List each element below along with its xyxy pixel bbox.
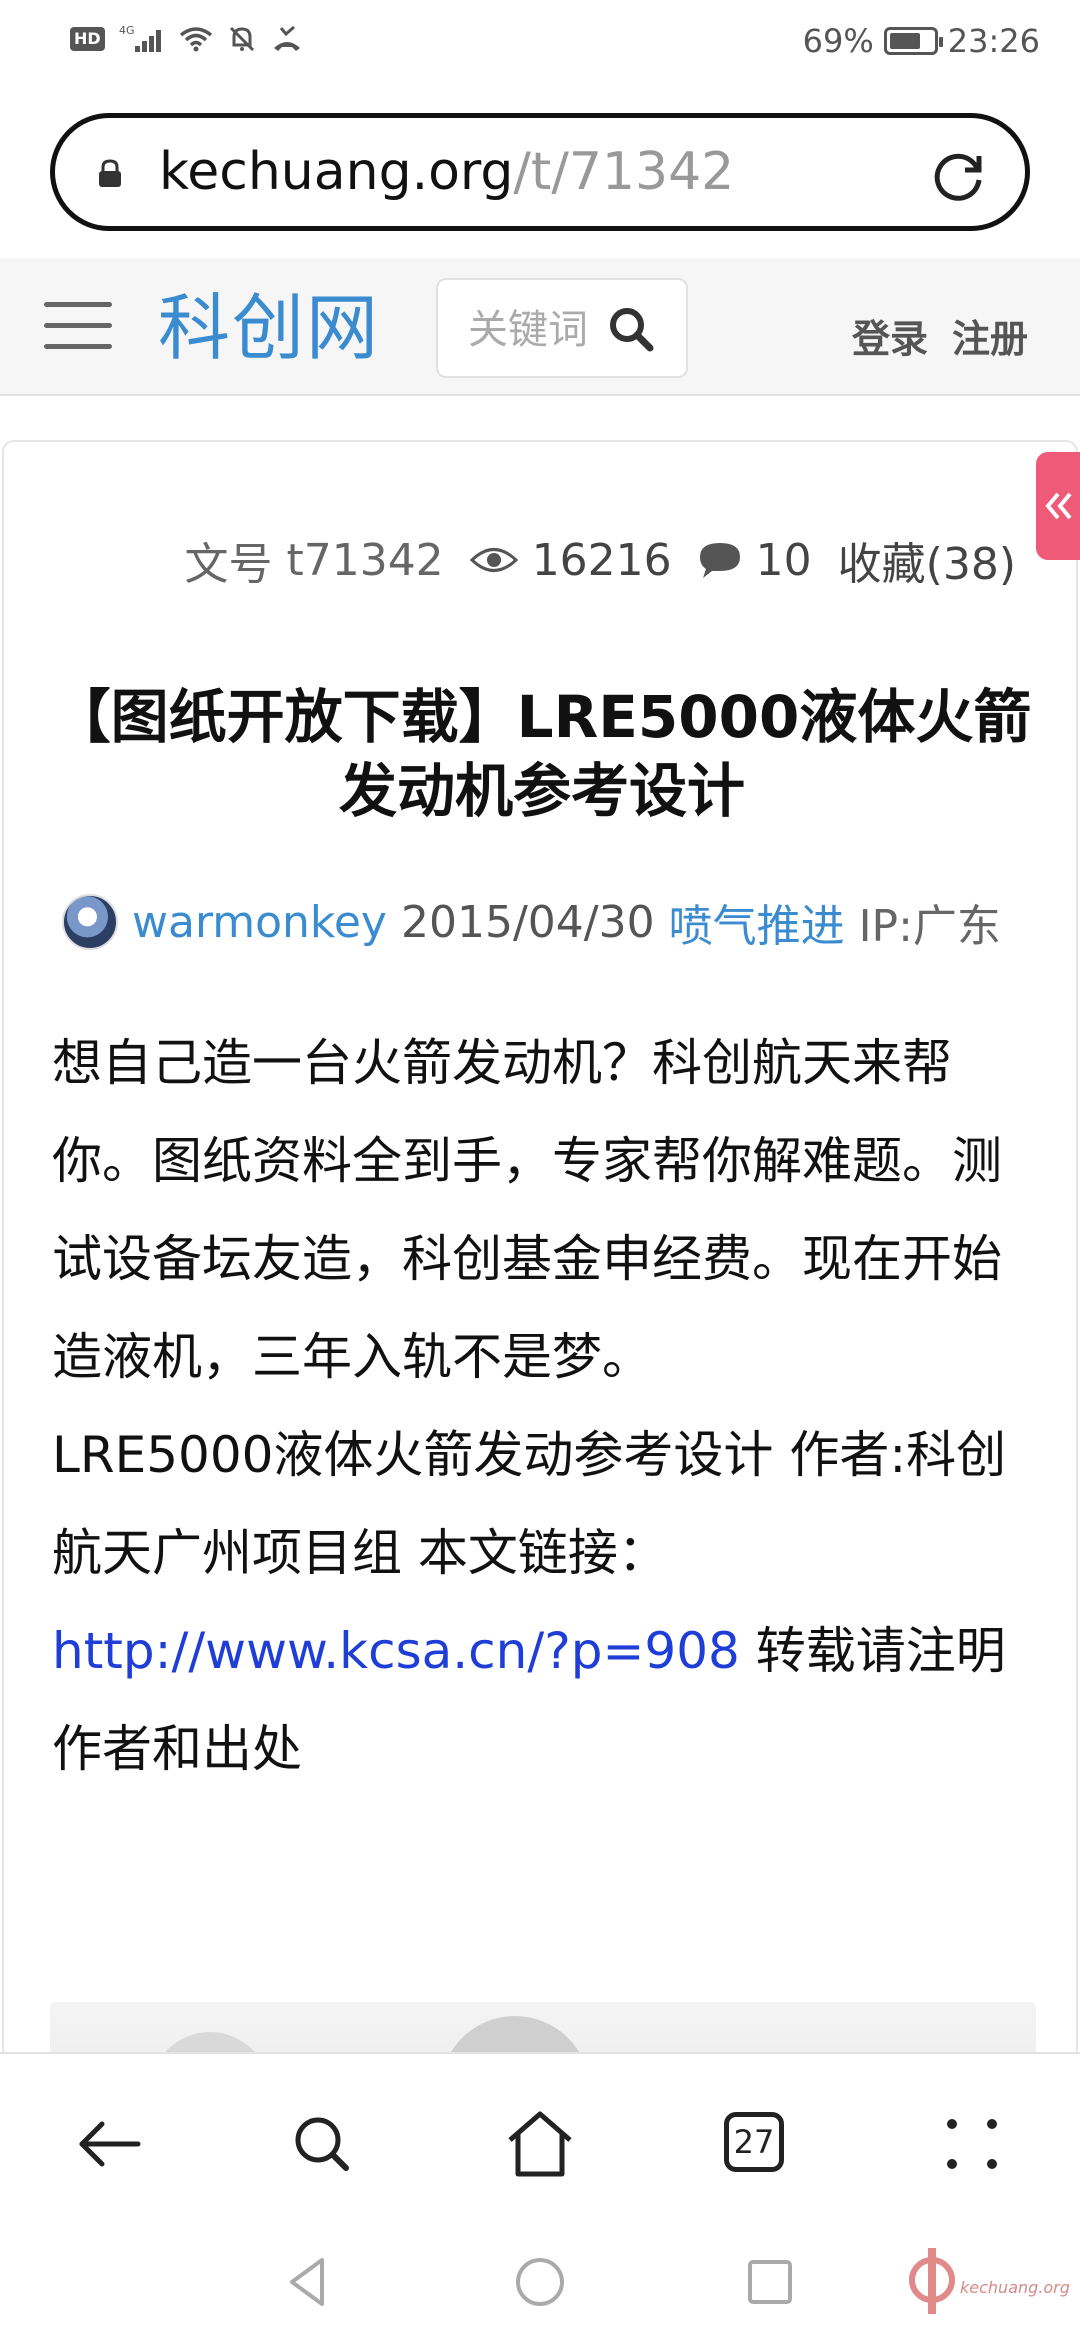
system-recents-icon[interactable] [742, 2254, 798, 2310]
system-back-icon[interactable] [282, 2254, 338, 2310]
author-link[interactable]: warmonkey [132, 897, 387, 948]
status-right: 69% 23:26 [803, 22, 1040, 60]
system-home-icon[interactable] [512, 2254, 568, 2310]
url-host: kechuang.org [159, 142, 514, 202]
url-text[interactable]: kechuang.org/t/71342 [159, 140, 734, 204]
double-chevron-left-icon [1045, 492, 1072, 520]
watermark: kechuang.org [908, 2242, 1078, 2332]
lock-icon [99, 159, 121, 187]
search-box[interactable]: 关键词 [436, 278, 688, 378]
post-date: 2015/04/30 [400, 896, 655, 948]
address-bar[interactable]: kechuang.org/t/71342 [50, 113, 1030, 231]
reload-icon[interactable] [929, 146, 987, 204]
search-icon[interactable] [604, 302, 660, 358]
network-type-label: 4G [119, 24, 135, 37]
search-icon[interactable] [282, 2104, 362, 2184]
ip-location: IP:广东 [858, 901, 1001, 952]
screen: HD 4G 69% 23:26 kechuang.org/t/71342 科创网… [0, 0, 1080, 2340]
wifi-icon [179, 27, 212, 52]
silent-bell-icon [229, 26, 254, 52]
battery-percent: 69% [802, 22, 874, 60]
more-icon[interactable] [932, 2104, 1012, 2184]
status-icons: HD 4G [70, 24, 303, 54]
article-id-label: 文号 [184, 539, 273, 590]
body-text: LRE5000液体火箭发动参考设计 作者:科创航天广州项目组 本文链接： [52, 1426, 1007, 1582]
home-icon[interactable] [500, 2104, 580, 2184]
hd-badge: HD [70, 27, 105, 51]
site-logo[interactable]: 科创网 [158, 286, 380, 370]
category-link[interactable]: 喷气推进 [669, 890, 845, 954]
site-header: 科创网 关键词 登录 注册 [0, 258, 1080, 396]
side-panel-toggle[interactable] [1036, 452, 1080, 560]
article-body: 想自己造一台火箭发动机？科创航天来帮你。图纸资料全到手，专家帮你解难题。测试设备… [52, 1014, 1042, 1798]
browser-toolbar: 27 [0, 2052, 1080, 2224]
avatar[interactable] [62, 894, 118, 950]
article-card: 文号 t71342 16216 10 收藏(38) 【图纸开放下载】LRE500… [2, 440, 1078, 2060]
battery-icon [883, 27, 943, 55]
body-paragraph: LRE5000液体火箭发动参考设计 作者:科创航天广州项目组 本文链接： http… [52, 1406, 1042, 1798]
favorite-count[interactable]: 收藏(38) [838, 528, 1016, 592]
menu-icon[interactable] [44, 296, 112, 356]
watermark-text: kechuang.org [960, 2278, 1070, 2297]
article-title: 【图纸开放下载】LRE5000液体火箭发动机参考设计 [52, 683, 1032, 825]
tab-count: 27 [724, 2112, 784, 2172]
watermark-logo-icon [909, 2248, 955, 2314]
status-bar: HD 4G 69% 23:26 [0, 0, 1080, 90]
back-icon[interactable] [68, 2104, 148, 2184]
article-id: t71342 [286, 534, 444, 586]
cellular-signal-icon: 4G [119, 24, 161, 52]
comment-count: 10 [755, 534, 812, 586]
login-link[interactable]: 登录 [852, 316, 928, 362]
clock: 23:26 [947, 22, 1040, 60]
view-count: 16216 [531, 534, 672, 586]
url-path: /t/71342 [513, 142, 735, 202]
search-input[interactable]: 关键词 [468, 306, 588, 354]
article-source-link[interactable]: http://www.kcsa.cn/?p=908 [52, 1622, 740, 1680]
tabs-button[interactable]: 27 [724, 2112, 804, 2192]
register-link[interactable]: 注册 [952, 316, 1028, 362]
byline: warmonkey 2015/04/30 喷气推进 IP:广东 [62, 890, 1001, 954]
missed-call-icon [273, 25, 300, 51]
comment-icon [699, 543, 740, 578]
body-paragraph: 想自己造一台火箭发动机？科创航天来帮你。图纸资料全到手，专家帮你解难题。测试设备… [52, 1034, 1002, 1386]
eye-icon [469, 548, 518, 572]
article-meta: 文号 t71342 16216 10 收藏(38) [184, 528, 1016, 592]
system-nav-bar: kechuang.org [0, 2222, 1080, 2340]
